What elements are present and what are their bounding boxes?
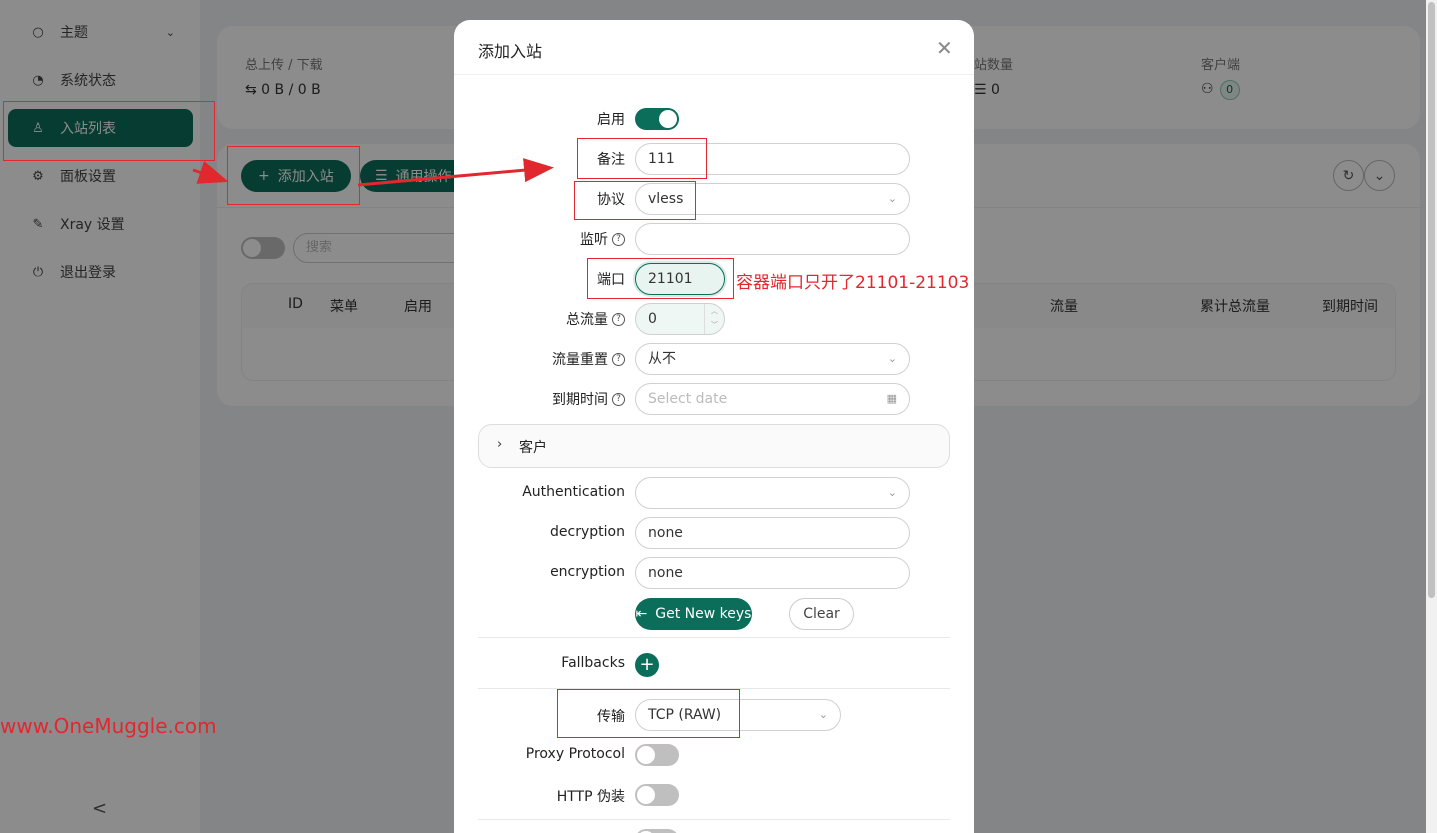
page-scrollbar[interactable] [1426, 0, 1437, 833]
annotation-arrows [192, 158, 554, 187]
arrow-to-modal [357, 158, 554, 187]
arrow-to-add-button [192, 161, 229, 184]
